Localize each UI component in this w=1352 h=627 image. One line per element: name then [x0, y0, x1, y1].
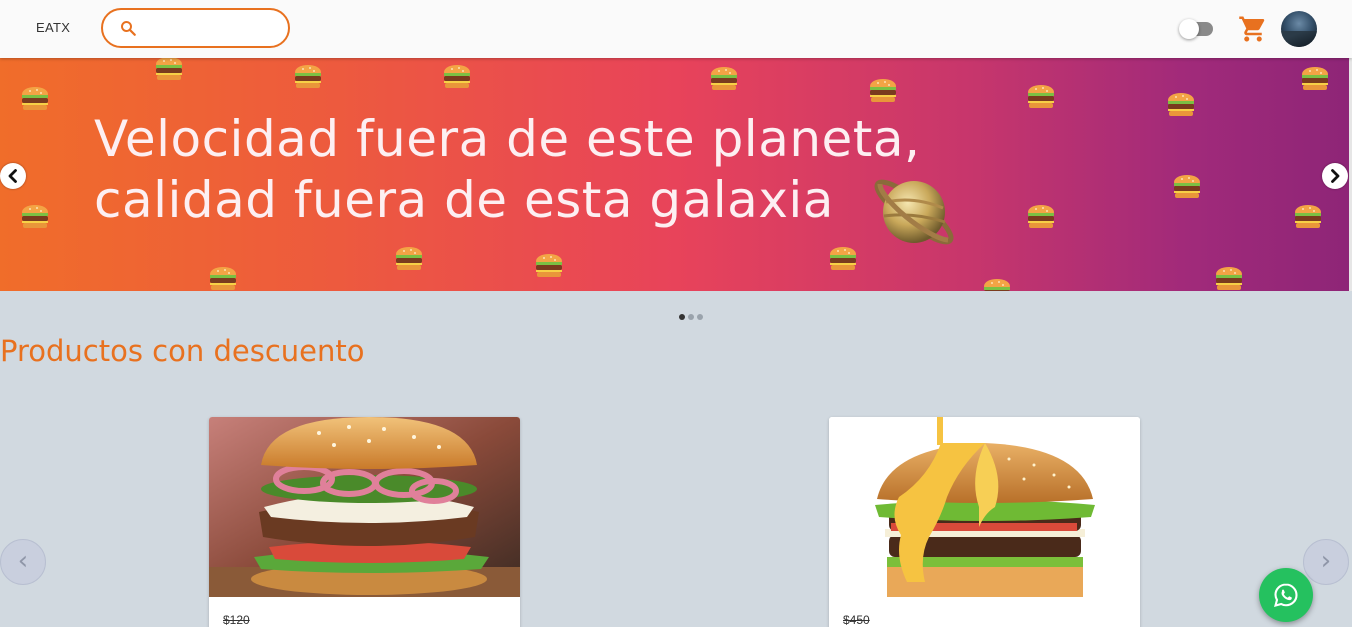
burger-decoration-icon — [1168, 93, 1194, 116]
product-image-burger — [209, 417, 520, 597]
banner-prev-button[interactable] — [0, 163, 26, 189]
burger-decoration-icon — [711, 67, 737, 90]
top-navbar: EATX — [0, 0, 1352, 58]
banner-headline-line-1: Velocidad fuera de este planeta, — [94, 110, 921, 168]
burger-decoration-icon — [984, 279, 1010, 291]
burger-decoration-icon — [22, 87, 48, 110]
product-image-burger — [829, 417, 1140, 597]
chevron-left-icon — [8, 169, 17, 183]
burger-decoration-icon — [1028, 205, 1054, 228]
whatsapp-icon — [1274, 583, 1298, 607]
cart-icon[interactable] — [1238, 14, 1268, 44]
banner-dot-2[interactable] — [688, 314, 694, 320]
product-old-price: $120 — [223, 613, 250, 627]
whatsapp-button[interactable] — [1259, 568, 1313, 622]
product-card[interactable]: $120 — [209, 417, 520, 627]
banner-pagination — [679, 314, 703, 320]
burger-decoration-icon — [210, 267, 236, 290]
toggle-knob — [1179, 19, 1199, 39]
burger-decoration-icon — [1174, 175, 1200, 198]
product-old-price: $450 — [843, 613, 870, 627]
burger-decoration-icon — [295, 65, 321, 88]
search-icon — [121, 21, 136, 36]
banner-next-button[interactable] — [1322, 163, 1348, 189]
chevron-right-icon — [1331, 169, 1340, 183]
burger-decoration-icon — [870, 79, 896, 102]
dark-mode-toggle[interactable] — [1179, 19, 1213, 39]
search-bar[interactable] — [101, 8, 290, 48]
burger-decoration-icon — [1302, 67, 1328, 90]
search-input[interactable] — [147, 16, 277, 40]
products-prev-button[interactable]: ‹ — [0, 539, 46, 585]
avatar-image-detail — [1281, 31, 1317, 47]
product-card[interactable]: $450 — [829, 417, 1140, 627]
banner-headline-line-2: calidad fuera de esta galaxia — [94, 171, 834, 229]
banner-dot-1[interactable] — [679, 314, 685, 320]
burger-decoration-icon — [22, 205, 48, 228]
banner-dot-3[interactable] — [697, 314, 703, 320]
burger-decoration-icon — [830, 247, 856, 270]
promo-banner: Velocidad fuera de este planeta, calidad… — [0, 58, 1349, 291]
burger-decoration-icon — [444, 65, 470, 88]
burger-decoration-icon — [156, 58, 182, 80]
brand-logo-text[interactable]: EATX — [36, 20, 70, 35]
burger-decoration-icon — [1216, 267, 1242, 290]
planet-icon — [874, 179, 954, 245]
burger-decoration-icon — [1295, 205, 1321, 228]
burger-decoration-icon — [1028, 85, 1054, 108]
user-avatar[interactable] — [1281, 11, 1317, 47]
burger-decoration-icon — [536, 254, 562, 277]
burger-decoration-icon — [396, 247, 422, 270]
products-next-button[interactable]: › — [1303, 539, 1349, 585]
section-title: Productos con descuento — [0, 334, 365, 368]
